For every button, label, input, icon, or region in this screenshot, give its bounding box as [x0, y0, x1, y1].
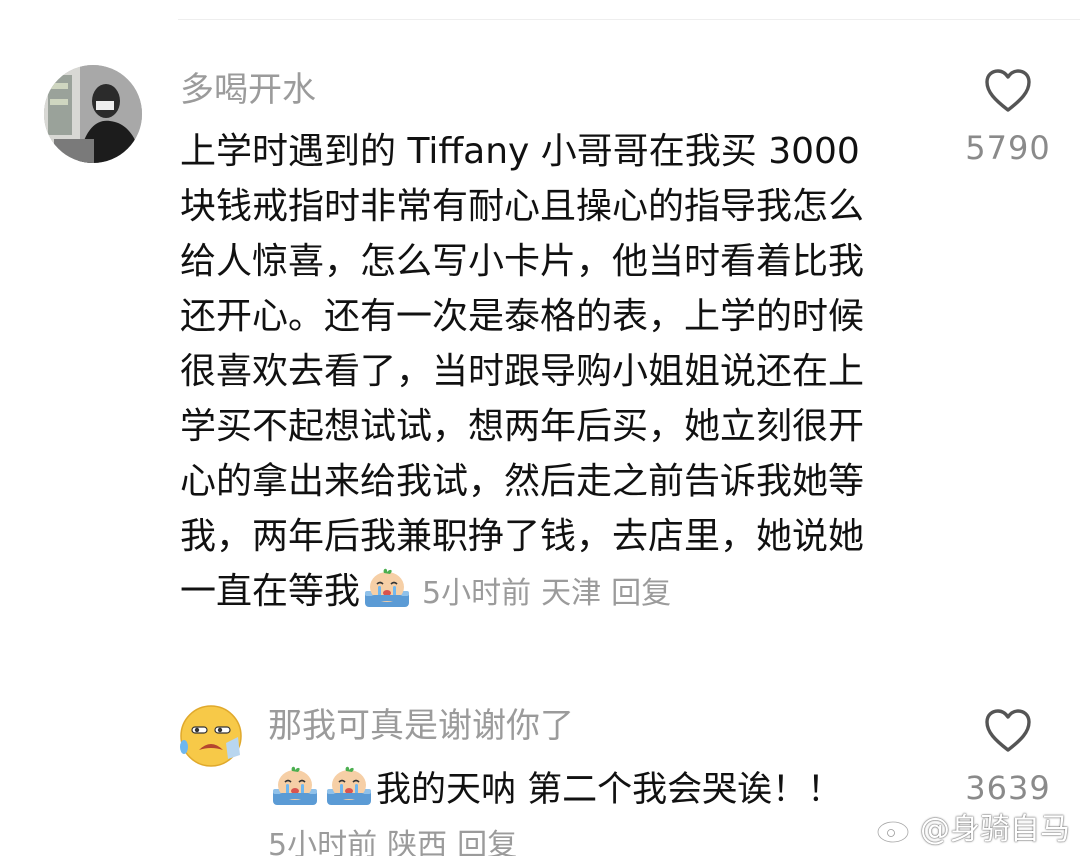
comment-screen: 多喝开水 上学时遇到的 Tiffany 小哥哥在我买 3000 块钱戒指时非常有…: [0, 0, 1080, 856]
watermark: @身骑自马: [876, 810, 1070, 850]
comment-line: 很喜欢去看了，当时跟导购小姐姐说还在上: [180, 351, 865, 392]
username[interactable]: 多喝开水: [180, 66, 316, 114]
comment-line: 块钱戒指时非常有耐心且操心的指导我怎么: [180, 186, 865, 227]
weibo-logo-icon: [876, 816, 914, 844]
comment-line: 上学时遇到的 Tiffany 小哥哥在我买 3000: [180, 131, 860, 172]
top-divider: [178, 19, 1080, 20]
heart-outline-icon[interactable]: [983, 68, 1033, 114]
comment-line: 心的拿出来给我试，然后走之前告诉我她等: [180, 461, 865, 502]
reply-like-group: 3639: [953, 708, 1063, 806]
crying-emoji-icon: [327, 766, 371, 805]
avatar-photo: [44, 65, 142, 163]
reply-body: 我的天呐 第二个我会哭诶！！: [268, 763, 842, 817]
comment-line: 我，两年后我兼职挣了钱，去店里，她说她: [180, 516, 865, 557]
heart-outline-icon[interactable]: [983, 708, 1033, 754]
comment-line: 一直在等我: [180, 571, 361, 612]
comment-line: 给人惊喜，怎么写小卡片，他当时看着比我: [180, 241, 865, 282]
reply-username[interactable]: 那我可真是谢谢你了: [268, 702, 574, 750]
comment-last-line: 一直在等我 5小时前 天津 回复: [180, 564, 940, 619]
crying-emoji-icon: [273, 766, 317, 805]
comment-body: 上学时遇到的 Tiffany 小哥哥在我买 3000 块钱戒指时非常有耐心且操心…: [180, 124, 940, 619]
like-group: 5790: [953, 68, 1063, 166]
reply-time: 5小时前: [268, 828, 378, 856]
reply-button[interactable]: 回复: [611, 576, 671, 611]
comment-line: 学买不起想试试，想两年后买，她立刻很开: [180, 406, 865, 447]
comment-meta: 5小时前 天津 回复: [422, 576, 681, 611]
weary-emoji-icon[interactable]: [178, 703, 244, 769]
like-count: 5790: [965, 129, 1051, 167]
reply-text: 我的天呐 第二个我会哭诶！！: [376, 770, 843, 810]
comment-time: 5小时前: [422, 576, 532, 611]
crying-emoji-icon: [365, 568, 410, 607]
comment-location: 天津: [541, 576, 602, 611]
reply-reply-button[interactable]: 回复: [457, 828, 517, 856]
watermark-text: @身骑自马: [920, 812, 1070, 847]
reply-like-count: 3639: [965, 769, 1051, 807]
reply-meta: 5小时前 陕西 回复: [268, 826, 527, 856]
reply-location: 陕西: [387, 828, 448, 856]
comment-line: 还开心。还有一次是泰格的表，上学的时候: [180, 296, 865, 337]
avatar[interactable]: [44, 65, 142, 163]
